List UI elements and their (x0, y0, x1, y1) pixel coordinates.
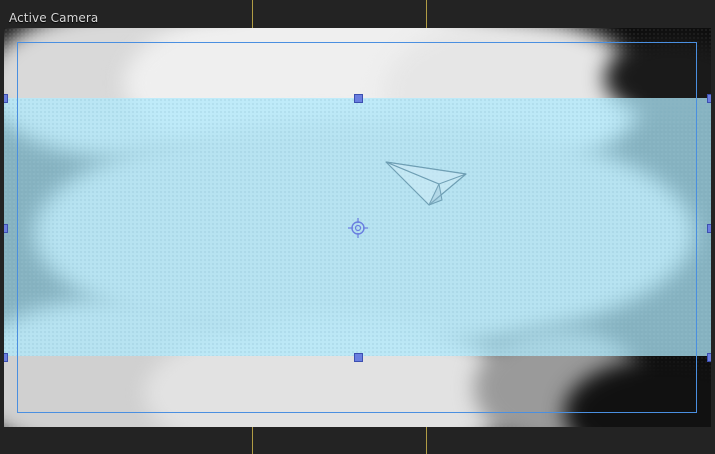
paper-plane-icon[interactable] (384, 160, 468, 210)
transform-handle-top-left[interactable] (4, 94, 8, 103)
transform-handle-top-center[interactable] (354, 94, 363, 103)
pivot-crosshair-icon[interactable] (348, 218, 368, 238)
transform-handle-bottom-right[interactable] (707, 353, 711, 362)
view-label: Active Camera (9, 11, 99, 25)
scene-canvas[interactable] (4, 28, 711, 427)
transform-handle-bottom-left[interactable] (4, 353, 8, 362)
transform-handle-middle-left[interactable] (4, 224, 8, 233)
transform-handle-bottom-center[interactable] (354, 353, 363, 362)
transform-handle-middle-right[interactable] (707, 224, 711, 233)
transform-handle-top-right[interactable] (707, 94, 711, 103)
viewport-panel[interactable]: Active Camera (0, 0, 715, 454)
